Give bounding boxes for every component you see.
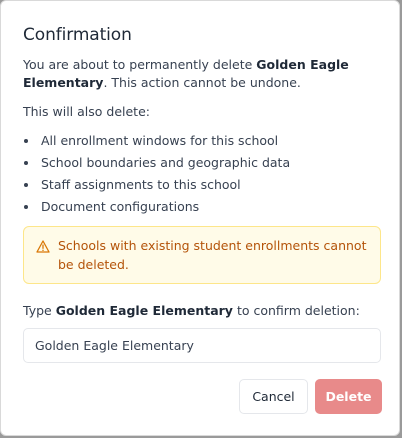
- confirm-instruction: Type Golden Eagle Elementary to confirm …: [23, 303, 360, 318]
- bullet-icon: [24, 161, 28, 165]
- dialog-title: Confirmation: [23, 25, 132, 45]
- delete-intro-text: You are about to permanently delete Gold…: [23, 56, 383, 92]
- also-delete-label: This will also delete:: [23, 104, 150, 119]
- list-item-text: Document configurations: [41, 199, 200, 214]
- warning-text: Schools with existing student enrollment…: [58, 238, 367, 272]
- intro-suffix: . This action cannot be undone.: [103, 75, 301, 90]
- bullet-icon: [24, 183, 28, 187]
- bullet-icon: [24, 139, 28, 143]
- list-item-text: School boundaries and geographic data: [41, 155, 291, 170]
- cancel-button[interactable]: Cancel: [239, 379, 308, 414]
- list-item: All enrollment windows for this school: [23, 131, 290, 153]
- deletion-list: All enrollment windows for this school S…: [23, 131, 290, 219]
- bullet-icon: [24, 205, 28, 209]
- warning-triangle-icon: [36, 240, 50, 253]
- list-item: Document configurations: [23, 197, 290, 219]
- type-suffix: to confirm deletion:: [232, 303, 360, 318]
- confirmation-dialog: Confirmation You are about to permanentl…: [0, 0, 400, 436]
- confirm-school-name-input[interactable]: [23, 328, 381, 363]
- intro-prefix: You are about to permanently delete: [23, 57, 257, 72]
- list-item-text: Staff assignments to this school: [41, 177, 241, 192]
- warning-alert: Schools with existing student enrollment…: [23, 226, 381, 284]
- type-prefix: Type: [23, 303, 56, 318]
- list-item: School boundaries and geographic data: [23, 153, 290, 175]
- list-item-text: All enrollment windows for this school: [41, 133, 279, 148]
- type-school-name: Golden Eagle Elementary: [55, 303, 233, 318]
- list-item: Staff assignments to this school: [23, 175, 290, 197]
- delete-button[interactable]: Delete: [315, 379, 382, 414]
